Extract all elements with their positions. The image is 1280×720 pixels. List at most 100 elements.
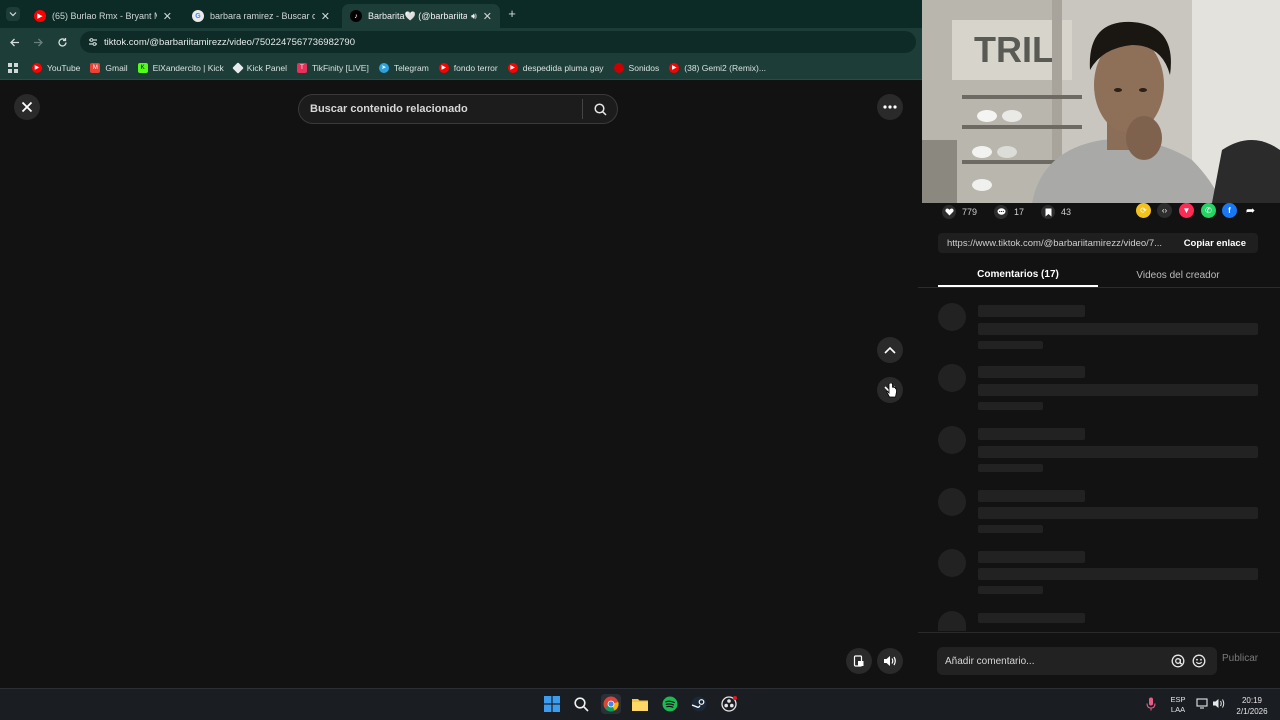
back-button[interactable]: [6, 34, 22, 50]
url-text: tiktok.com/@barbariitamirezz/video/75022…: [104, 36, 355, 48]
bookmark-label: ElXandercito | Kick: [152, 62, 224, 73]
send-to-friend-icon[interactable]: ▼: [1179, 203, 1194, 218]
forward-button[interactable]: [30, 34, 46, 50]
address-bar[interactable]: tiktok.com/@barbariitamirezz/video/75022…: [80, 31, 916, 53]
mention-icon[interactable]: [1171, 654, 1185, 668]
bookmark-sonidos[interactable]: Sonidos: [613, 62, 659, 73]
bookmark-kick[interactable]: K ElXandercito | Kick: [137, 62, 224, 73]
youtube-icon: ▶: [669, 62, 680, 73]
browser-tab[interactable]: G barbara ramirez - Buscar con G ✕: [184, 4, 338, 28]
search-input[interactable]: Buscar contenido relacionado: [299, 103, 582, 115]
close-tab-icon[interactable]: ✕: [163, 10, 172, 23]
bookmark-youtube[interactable]: ▶ YouTube: [32, 62, 80, 73]
share-link-box: https://www.tiktok.com/@barbariitamirezz…: [938, 233, 1258, 253]
tab-search-dropdown[interactable]: [6, 7, 20, 21]
apps-grid-icon[interactable]: [8, 62, 18, 73]
browser-tab-strip: ▶ (65) Burlao Rmx - Bryant Myers ✕ G bar…: [0, 0, 922, 28]
close-icon: [21, 101, 33, 113]
close-tab-icon[interactable]: ✕: [483, 10, 492, 23]
bookmark-label: Telegram: [393, 62, 429, 73]
bookmark-tikfinity[interactable]: T TikFinity [LIVE]: [296, 62, 369, 73]
keyboard-layout: LAA: [1170, 705, 1186, 714]
skeleton-line: [978, 507, 1258, 519]
obs-icon[interactable]: [719, 694, 739, 714]
previous-video-button[interactable]: [877, 337, 903, 363]
tikfinity-icon: T: [296, 62, 307, 73]
like-count[interactable]: 779: [942, 205, 977, 219]
save-count[interactable]: 43: [1041, 205, 1071, 219]
bookmark-gmail[interactable]: M Gmail: [90, 62, 128, 73]
skeleton-avatar: [938, 303, 966, 331]
reload-button[interactable]: [54, 34, 70, 50]
clock[interactable]: 20:19 2/1/2026: [1230, 695, 1274, 717]
bookmark-icon: [1041, 205, 1055, 219]
close-tab-icon[interactable]: ✕: [321, 10, 330, 23]
tabs-divider: [918, 287, 1280, 288]
bookmark-label: despedida pluma gay: [522, 62, 604, 73]
search-icon: [593, 102, 607, 116]
chrome-icon[interactable]: [601, 694, 621, 714]
taskbar-search-icon[interactable]: [571, 694, 591, 714]
microphone-icon[interactable]: [1146, 697, 1156, 711]
arrow-right-icon: [33, 38, 43, 46]
comment-count[interactable]: 17: [994, 205, 1024, 219]
browser-tab[interactable]: ▶ (65) Burlao Rmx - Bryant Myers ✕: [26, 4, 180, 28]
tab-title: (65) Burlao Rmx - Bryant Myers: [52, 11, 157, 21]
file-explorer-icon[interactable]: [630, 694, 650, 714]
speaker-icon[interactable]: [1212, 698, 1225, 709]
video-player-area[interactable]: [0, 80, 918, 688]
skeleton-line: [978, 490, 1085, 502]
bookmark-label: Gmail: [105, 62, 128, 73]
bookmark-despedida[interactable]: ▶ despedida pluma gay: [507, 62, 604, 73]
floating-player-button[interactable]: [846, 648, 872, 674]
more-horizontal-icon: [883, 105, 897, 109]
skeleton-avatar: [938, 611, 966, 631]
bookmark-kick-panel[interactable]: Kick Panel: [232, 61, 287, 74]
volume-button[interactable]: [877, 648, 903, 674]
related-search-box[interactable]: Buscar contenido relacionado: [298, 94, 618, 124]
clock-time: 20:19: [1241, 696, 1263, 705]
close-video-button[interactable]: [14, 94, 40, 120]
chevron-up-icon: [884, 346, 896, 354]
tab-creator-videos[interactable]: Videos del creador: [1098, 263, 1258, 287]
skeleton-line: [978, 341, 1043, 349]
search-button[interactable]: [583, 94, 617, 124]
facebook-icon[interactable]: f: [1222, 203, 1237, 218]
embed-code-icon[interactable]: ‹›: [1157, 203, 1172, 218]
whatsapp-icon[interactable]: ✆: [1201, 203, 1216, 218]
youtube-icon: ▶: [438, 62, 449, 73]
new-tab-button[interactable]: +: [504, 5, 520, 21]
skeleton-line: [978, 568, 1258, 580]
bookmark-fondo-terror[interactable]: ▶ fondo terror: [438, 62, 498, 73]
skeleton-line: [978, 586, 1043, 594]
heart-icon: [942, 205, 956, 219]
publish-button[interactable]: Publicar: [1222, 653, 1258, 664]
audio-playing-icon[interactable]: 🔊︎: [471, 11, 477, 22]
spotify-icon[interactable]: [660, 694, 680, 714]
bookmarks-bar: ▶ YouTube M Gmail K ElXandercito | Kick Kic…: [0, 56, 922, 80]
bookmark-gemi2[interactable]: ▶ (38) Gemi2 (Remix)...: [669, 62, 766, 73]
network-icon[interactable]: [1196, 698, 1209, 709]
skeleton-avatar: [938, 426, 966, 454]
skeleton-line: [978, 366, 1085, 378]
share-arrow-icon[interactable]: ➦: [1243, 203, 1258, 218]
skeleton-line: [978, 525, 1043, 533]
copy-link-button[interactable]: Copiar enlace: [1176, 238, 1258, 249]
more-options-button[interactable]: [877, 94, 903, 120]
webcam-overlay: TRIL: [922, 0, 1280, 203]
bookmark-label: fondo terror: [453, 62, 498, 73]
windows-start-icon[interactable]: [542, 694, 562, 714]
arrow-left-icon: [9, 38, 19, 46]
browser-tab-active[interactable]: ♪ Barbarita🤍 (@barbariitam 🔊︎ ✕: [342, 4, 500, 28]
share-repost-icon[interactable]: ⟳: [1136, 203, 1151, 218]
pip-icon: [853, 655, 864, 667]
share-link-url[interactable]: https://www.tiktok.com/@barbariitamirezz…: [938, 238, 1176, 249]
site-info-icon[interactable]: [88, 37, 98, 47]
steam-icon[interactable]: [689, 694, 709, 714]
input-language[interactable]: ESP LAA: [1166, 695, 1190, 715]
emoji-icon[interactable]: [1192, 654, 1206, 668]
comment-input[interactable]: Añadir comentario...: [937, 647, 1217, 675]
bookmark-telegram[interactable]: ➤ Telegram: [378, 62, 429, 73]
kick-panel-icon: [232, 61, 244, 74]
tab-comments[interactable]: Comentarios (17): [938, 263, 1098, 287]
